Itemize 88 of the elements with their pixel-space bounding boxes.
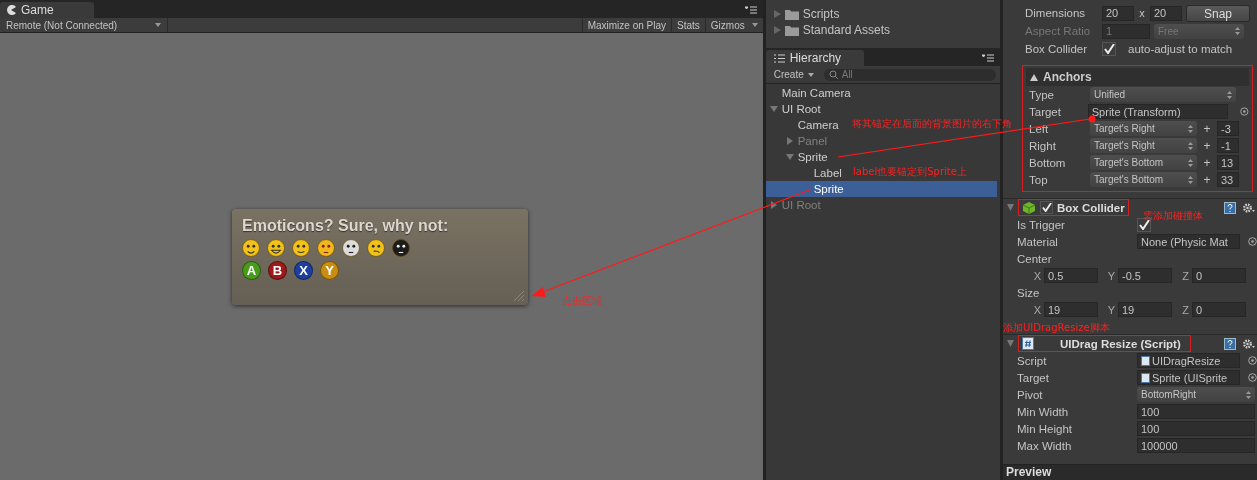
- field-label: Center: [1017, 252, 1053, 265]
- section-header[interactable]: Anchors: [1026, 68, 1249, 86]
- create-button[interactable]: Create: [769, 69, 818, 80]
- letter-badge: Y: [320, 261, 339, 280]
- axis-label: Y: [1106, 303, 1115, 316]
- number-field[interactable]: 100000: [1137, 438, 1255, 453]
- hierarchy-item[interactable]: Camera: [765, 117, 843, 133]
- field-label: Max Width: [1017, 439, 1073, 452]
- field-label: Material: [1017, 235, 1059, 248]
- component-title: Box Collider: [1057, 201, 1125, 214]
- number-field[interactable]: -0.5: [1118, 268, 1172, 283]
- annotation-text: 点击区域: [562, 294, 602, 308]
- axis-label: Z: [1181, 303, 1189, 316]
- field-label: Target: [1017, 371, 1050, 384]
- field-label: Aspect Ratio: [1025, 25, 1092, 37]
- field-label: Target: [1029, 105, 1062, 118]
- pivot-dropdown[interactable]: BottomRight: [1137, 387, 1255, 402]
- display-dropdown[interactable]: Remote (Not Connected): [0, 18, 168, 32]
- object-field[interactable]: Sprite (Transform): [1087, 104, 1229, 119]
- axis-label: X: [1032, 269, 1041, 282]
- object-field[interactable]: None (Physic Mat: [1137, 234, 1240, 249]
- folder-item[interactable]: Standard Assets: [765, 22, 1000, 38]
- offset-field[interactable]: -3: [1217, 121, 1239, 136]
- hierarchy-tab[interactable]: Hierarchy: [765, 50, 864, 66]
- snap-button[interactable]: Snap: [1186, 4, 1250, 22]
- type-dropdown[interactable]: Unified: [1090, 87, 1236, 102]
- plus-sign: +: [1202, 172, 1212, 187]
- toolbar-button[interactable]: Gizmos: [704, 18, 763, 32]
- height-field[interactable]: 20: [1150, 5, 1182, 21]
- anchor-dropdown[interactable]: Target's Right: [1090, 121, 1197, 136]
- number-field[interactable]: 19: [1118, 302, 1172, 317]
- hierarchy-item[interactable]: Sprite: [765, 149, 832, 165]
- number-field[interactable]: 100: [1137, 404, 1255, 419]
- hierarchy-item[interactable]: Sprite: [765, 181, 997, 197]
- field-label: Dimensions: [1025, 7, 1087, 19]
- number-field[interactable]: 0: [1192, 302, 1246, 317]
- field-label: Type: [1029, 88, 1055, 101]
- toolbar-button[interactable]: Maximize on Play: [581, 18, 671, 32]
- toolbar-button[interactable]: Stats: [671, 18, 705, 32]
- component-header[interactable]: UIDrag Resize (Script): [1018, 335, 1191, 352]
- field-label: Script: [1017, 354, 1048, 367]
- search-field[interactable]: All: [823, 68, 996, 81]
- annotation-text: 需添加碰撞体: [1143, 209, 1203, 223]
- plus-sign: +: [1202, 121, 1212, 136]
- offset-field[interactable]: -1: [1217, 138, 1239, 153]
- hierarchy-item[interactable]: UI Root: [765, 101, 825, 117]
- hierarchy-item[interactable]: Main Camera: [765, 85, 855, 101]
- field-label: Is Trigger: [1017, 218, 1066, 231]
- field-label: Top: [1029, 173, 1049, 186]
- panel-title: Emoticons? Sure, why not:: [242, 217, 450, 235]
- width-field[interactable]: 20: [1102, 5, 1134, 21]
- field-label: Min Width: [1017, 405, 1070, 418]
- annotation-text: label也要锚定到Sprite上: [853, 165, 967, 179]
- anchor-dropdown[interactable]: Target's Right: [1090, 138, 1197, 153]
- field-label: Bottom: [1029, 156, 1067, 169]
- object-field[interactable]: UIDragResize: [1137, 353, 1240, 368]
- component-title: UIDrag Resize (Script): [1060, 337, 1181, 350]
- component-header[interactable]: Box Collider: [1018, 199, 1129, 216]
- number-field[interactable]: 19: [1044, 302, 1098, 317]
- axis-label: Y: [1106, 269, 1115, 282]
- anchor-dropdown[interactable]: Target's Bottom: [1090, 172, 1197, 187]
- annotation-text: 添加UIDragResize脚本: [1003, 321, 1110, 335]
- annotation-text: 将其锚定在后面的背景图片的右下角: [852, 117, 1012, 131]
- checkbox-label: auto-adjust to match: [1128, 43, 1233, 55]
- number-field[interactable]: 100: [1137, 421, 1255, 436]
- letter-badge: X: [294, 261, 313, 280]
- preview-header[interactable]: Preview: [1003, 464, 1257, 480]
- offset-field[interactable]: 13: [1217, 155, 1239, 170]
- axis-label: X: [1032, 303, 1041, 316]
- offset-field[interactable]: 33: [1217, 172, 1239, 187]
- folder-item[interactable]: Scripts: [765, 6, 1000, 22]
- anchor-dropdown[interactable]: Target's Bottom: [1090, 155, 1197, 170]
- object-field[interactable]: Sprite (UISprite: [1137, 370, 1240, 385]
- field-label: Size: [1017, 286, 1041, 299]
- plus-sign: +: [1202, 155, 1212, 170]
- letter-badge: B: [268, 261, 287, 280]
- game-tab[interactable]: Game: [0, 2, 94, 18]
- plus-sign: +: [1202, 138, 1212, 153]
- number-field[interactable]: 0: [1192, 268, 1246, 283]
- letter-badge: A: [242, 261, 261, 280]
- number-field[interactable]: 0.5: [1044, 268, 1098, 283]
- field-label: Right: [1029, 139, 1057, 152]
- separator-text: x: [1138, 7, 1146, 19]
- hierarchy-item[interactable]: Label: [765, 165, 846, 181]
- field-label: Pivot: [1017, 388, 1044, 401]
- axis-label: Z: [1181, 269, 1189, 282]
- field-label: Box Collider: [1025, 43, 1088, 55]
- field-label: Min Height: [1017, 422, 1073, 435]
